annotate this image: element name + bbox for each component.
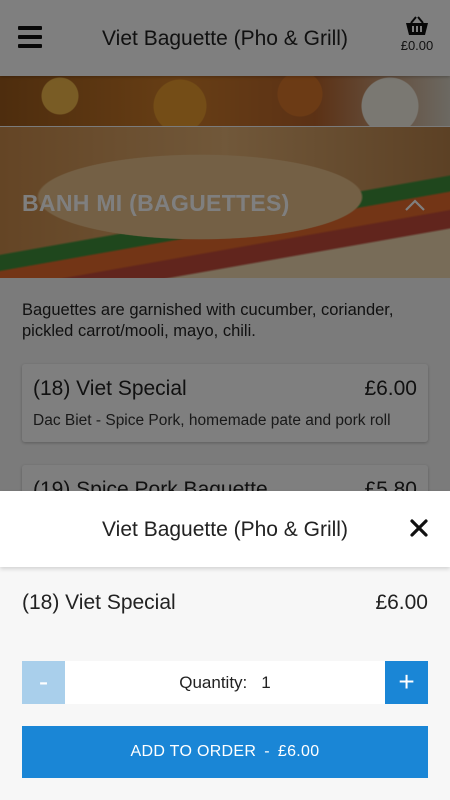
sheet-header: Viet Baguette (Pho & Grill) xyxy=(0,491,450,567)
selected-item-name: (18) Viet Special xyxy=(22,591,176,614)
quantity-stepper: - Quantity: 1 + xyxy=(22,661,428,704)
close-icon[interactable] xyxy=(408,517,430,539)
add-item-sheet: Viet Baguette (Pho & Grill) (18) Viet Sp… xyxy=(0,491,450,800)
quantity-display: Quantity: 1 xyxy=(65,661,385,704)
quantity-value: 1 xyxy=(261,673,271,692)
add-to-order-label: ADD TO ORDER xyxy=(130,743,257,760)
decrease-quantity-button[interactable]: - xyxy=(22,661,65,704)
sheet-title: Viet Baguette (Pho & Grill) xyxy=(102,518,348,541)
quantity-label: Quantity: xyxy=(179,673,248,692)
selected-item-price: £6.00 xyxy=(375,591,428,614)
add-to-order-price: £6.00 xyxy=(277,743,320,760)
add-to-order-separator: - xyxy=(264,743,270,760)
add-to-order-button[interactable]: ADD TO ORDER - £6.00 xyxy=(22,726,428,778)
increase-quantity-button[interactable]: + xyxy=(385,661,428,704)
